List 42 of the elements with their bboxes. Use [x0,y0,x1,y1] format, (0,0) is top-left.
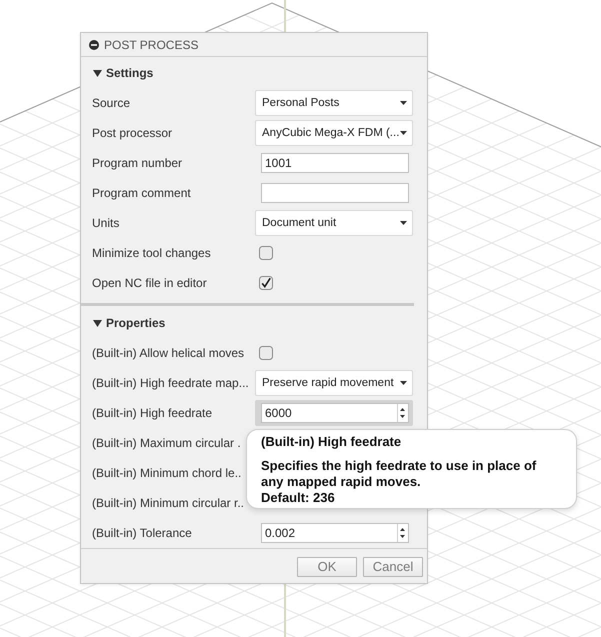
field-label: (Built-in) High feedrate [92,406,212,420]
tooltip-title: (Built-in) High feedrate [261,434,402,450]
field-label: Minimize tool changes [92,246,211,260]
dialog-title: POST PROCESS [104,38,198,52]
field-label: (Built-in) Allow helical moves [92,346,244,360]
caret-icon [400,381,407,385]
dropdown[interactable]: Document unit [255,210,413,236]
ok-button[interactable]: OK [297,557,357,577]
field-label: (Built-in) Maximum circular . [92,436,241,450]
checkbox[interactable] [259,246,273,260]
checkbox[interactable] [259,276,273,290]
caret-icon [400,101,407,105]
field-label: (Built-in) Minimum circular r.. [92,496,244,510]
checkbox[interactable] [259,346,273,360]
minus-circle-icon[interactable] [89,40,99,50]
field-label: Program number [92,156,182,170]
dropdown[interactable]: Preserve rapid movement [255,370,413,396]
dropdown[interactable]: AnyCubic Mega-X FDM (... [255,120,413,146]
stepper-icon[interactable] [397,524,407,542]
caret-icon [400,221,407,225]
field-label: Open NC file in editor [92,276,207,290]
field-label: Source [92,96,130,110]
stepper-icon[interactable] [397,404,407,422]
caret-icon [400,131,407,135]
dropdown[interactable]: Personal Posts [255,90,413,116]
field-label: Program comment [92,186,191,200]
tooltip-description: Specifies the high feedrate to use in place of any mapped rapid moves. [261,458,538,490]
disclosure-triangle-icon[interactable] [93,318,102,328]
number-field[interactable]: 6000 [255,400,413,426]
section-title: Properties [106,316,166,330]
text-field[interactable] [261,183,409,203]
field-label: (Built-in) Minimum chord le.. [92,466,242,480]
tooltip-default-value: Default: 236 [261,490,336,506]
cancel-button[interactable]: Cancel [363,557,423,577]
field-label: Units [92,216,120,230]
disclosure-triangle-icon[interactable] [93,68,102,78]
field-label: (Built-in) Tolerance [92,526,192,540]
field-label: (Built-in) High feedrate map... [92,376,249,390]
section-title: Settings [106,66,154,80]
text-field[interactable]: 1001 [261,153,409,173]
field-label: Post processor [92,126,172,140]
number-field[interactable]: 0.002 [261,523,409,543]
